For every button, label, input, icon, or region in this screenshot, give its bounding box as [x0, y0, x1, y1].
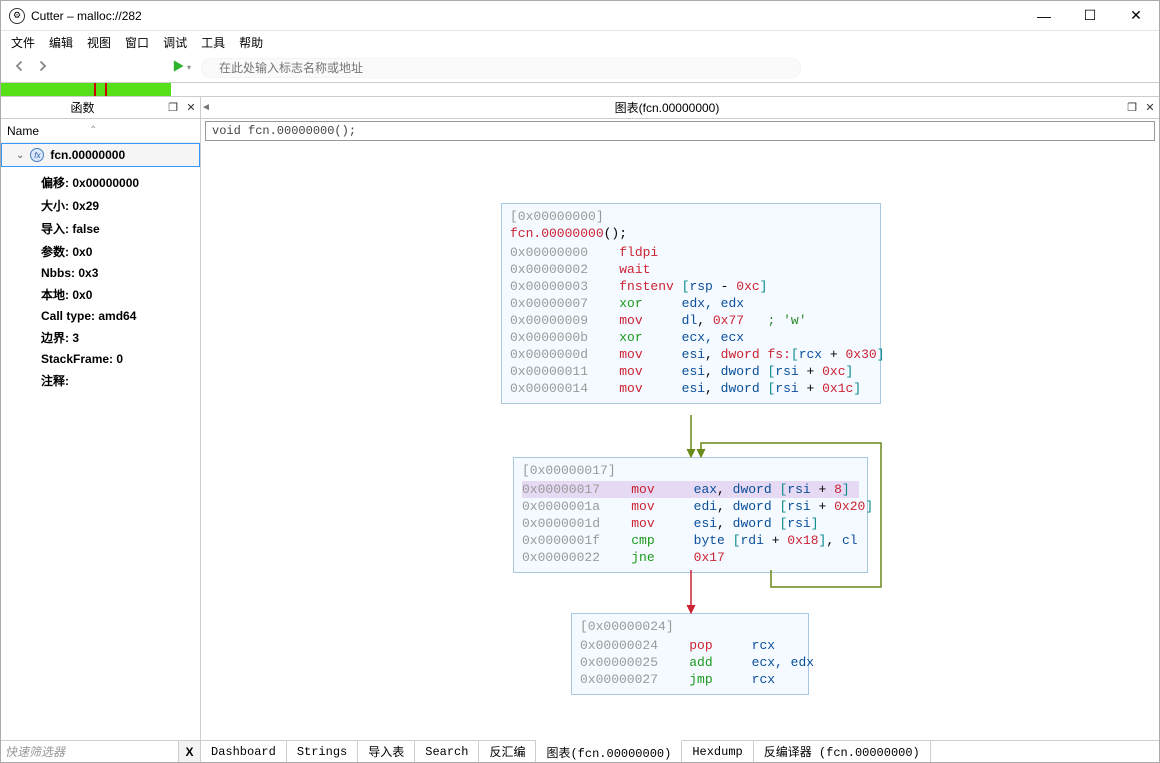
function-signature[interactable]: void fcn.00000000();: [205, 121, 1155, 141]
minimize-button[interactable]: —: [1021, 1, 1067, 31]
maximize-button[interactable]: ☐: [1067, 1, 1113, 31]
function-name-label: fcn.00000000: [50, 148, 125, 162]
bottom-tabs: DashboardStrings导入表Search反汇编图表(fcn.00000…: [201, 740, 1159, 762]
close-graph-panel-icon[interactable]: ✕: [1141, 99, 1159, 117]
bottom-tab[interactable]: Hexdump: [682, 741, 753, 762]
bottom-tab[interactable]: Dashboard: [201, 741, 287, 762]
back-icon[interactable]: [11, 57, 29, 78]
basic-block[interactable]: [0x00000024]0x00000024 pop rcx0x00000025…: [571, 613, 809, 695]
quick-filter-input[interactable]: [1, 741, 178, 762]
toolbar: ▾: [1, 53, 1159, 83]
bottom-tab[interactable]: 图表(fcn.00000000): [536, 740, 682, 762]
graph-panel-title: 图表(fcn.00000000): [211, 99, 1123, 116]
run-button[interactable]: [171, 59, 185, 76]
fn-prop: 导入: false: [1, 217, 200, 240]
graph-canvas[interactable]: [0x00000000]fcn.00000000();0x00000000 fl…: [201, 143, 1159, 740]
fn-prop: 偏移: 0x00000000: [1, 171, 200, 194]
menu-编辑[interactable]: 编辑: [49, 34, 73, 51]
address-progress-bar[interactable]: [1, 83, 1159, 97]
basic-block[interactable]: [0x00000000]fcn.00000000();0x00000000 fl…: [501, 203, 881, 404]
function-icon: fx: [30, 148, 44, 162]
fn-prop: StackFrame: 0: [1, 349, 200, 369]
tree-column-header[interactable]: Name: [1, 119, 200, 143]
close-button[interactable]: ✕: [1113, 1, 1159, 31]
functions-panel-header: 函数 ❐ ✕: [1, 97, 200, 119]
window-title: Cutter – malloc://282: [31, 9, 142, 23]
menu-调试[interactable]: 调试: [163, 34, 187, 51]
fn-prop: 本地: 0x0: [1, 283, 200, 306]
menu-视图[interactable]: 视图: [87, 34, 111, 51]
forward-icon[interactable]: [33, 57, 51, 78]
restore-panel-icon[interactable]: ❐: [164, 99, 182, 117]
panel-title: 函数: [1, 99, 164, 116]
fn-prop: 参数: 0x0: [1, 240, 200, 263]
basic-block[interactable]: [0x00000017]0x00000017 mov eax, dword [r…: [513, 457, 868, 573]
fn-prop: 大小: 0x29: [1, 194, 200, 217]
fn-prop: Nbbs: 0x3: [1, 263, 200, 283]
clear-filter-button[interactable]: X: [178, 741, 200, 762]
fn-prop: Call type: amd64: [1, 306, 200, 326]
bottom-tab[interactable]: Strings: [287, 741, 358, 762]
close-panel-icon[interactable]: ✕: [182, 99, 200, 117]
panel-menu-icon[interactable]: ◄: [201, 102, 211, 113]
tree-expand-icon[interactable]: ⌄: [16, 150, 24, 161]
fn-prop: 边界: 3: [1, 326, 200, 349]
menu-工具[interactable]: 工具: [201, 34, 225, 51]
bottom-tab[interactable]: 反汇编: [479, 741, 536, 762]
run-dropdown-icon[interactable]: ▾: [187, 63, 191, 72]
bottom-tab[interactable]: 反编译器 (fcn.00000000): [754, 741, 931, 762]
menu-窗口[interactable]: 窗口: [125, 34, 149, 51]
titlebar: ⚙ Cutter – malloc://282 — ☐ ✕: [1, 1, 1159, 31]
bottom-tab[interactable]: 导入表: [358, 741, 415, 762]
app-logo-icon: ⚙: [9, 8, 25, 24]
fn-prop: 注释:: [1, 369, 200, 392]
function-row-selected[interactable]: ⌄ fx fcn.00000000: [1, 143, 200, 167]
command-input[interactable]: [201, 58, 801, 78]
menu-帮助[interactable]: 帮助: [239, 34, 263, 51]
graph-panel-header: ◄ 图表(fcn.00000000) ❐ ✕: [201, 97, 1159, 119]
bottom-tab[interactable]: Search: [415, 741, 479, 762]
menubar: 文件编辑视图窗口调试工具帮助: [1, 31, 1159, 53]
restore-graph-panel-icon[interactable]: ❐: [1123, 99, 1141, 117]
menu-文件[interactable]: 文件: [11, 34, 35, 51]
